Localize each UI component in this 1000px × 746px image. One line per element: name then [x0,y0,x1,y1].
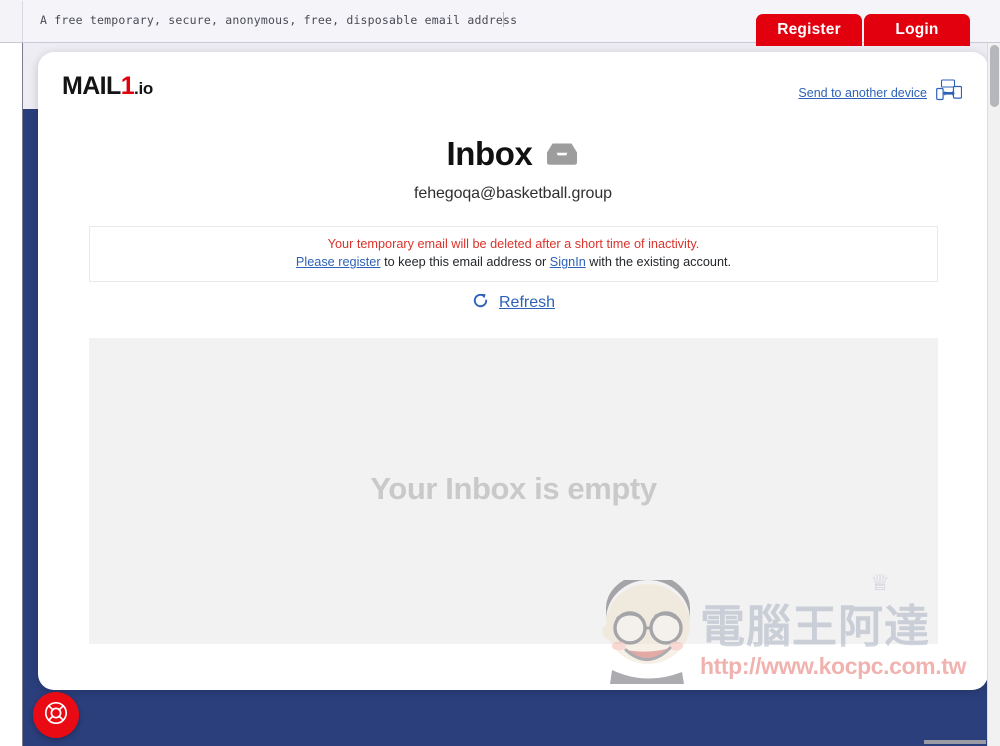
inbox-tray-icon [544,139,580,172]
page-title: Inbox [38,135,988,172]
send-to-another-device-link[interactable]: Send to another device [798,79,963,106]
please-register-link[interactable]: Please register [296,255,381,269]
refresh-button[interactable]: Refresh [38,291,988,315]
refresh-circular-arrow-icon [471,291,490,315]
notice-middle-text: to keep this email address or [380,255,550,270]
horizontal-scrollbar[interactable] [924,740,986,744]
devices-sync-icon [936,79,963,106]
notice-trailing-text: with the existing account. [585,255,732,270]
temporary-email-notice: Your temporary email will be deleted aft… [89,226,938,282]
text-caret [503,12,504,27]
register-button[interactable]: Register [756,14,862,46]
inbox-email-address[interactable]: fehegoqa@basketball.group [38,185,988,203]
signin-link[interactable]: SignIn [550,255,586,269]
notice-action-text: Please register to keep this email addre… [100,253,927,271]
login-button[interactable]: Login [864,14,970,46]
watermark-url: http://www.kocpc.com.tw [700,653,966,679]
notice-warning-text: Your temporary email will be deleted aft… [327,237,700,251]
logo-text-main: MAIL [62,72,121,100]
scrollbar-thumb[interactable] [990,45,999,107]
card-header: MAIL1.io Send to another device [38,52,988,122]
auth-tabs: Register Login [756,14,970,46]
send-to-another-device-label: Send to another device [798,85,927,100]
empty-inbox-message: Your Inbox is empty [370,471,657,506]
browser-screen: A free temporary, secure, anonymous, fre… [0,0,1000,746]
logo-text-tld: .io [134,79,153,98]
support-button[interactable] [33,692,79,738]
inbox-message-list: Your Inbox is empty [89,338,938,644]
refresh-label: Refresh [498,294,556,311]
extension-tagline: A free temporary, secure, anonymous, fre… [40,13,518,27]
logo-text-one: 1 [120,72,135,100]
life-ring-icon [43,700,69,731]
page-scrollbar[interactable] [987,43,1000,746]
page-title-text: Inbox [446,135,533,172]
mail-card: MAIL1.io Send to another device Inbox fe… [38,52,988,690]
mail1io-logo[interactable]: MAIL1.io [62,74,153,99]
